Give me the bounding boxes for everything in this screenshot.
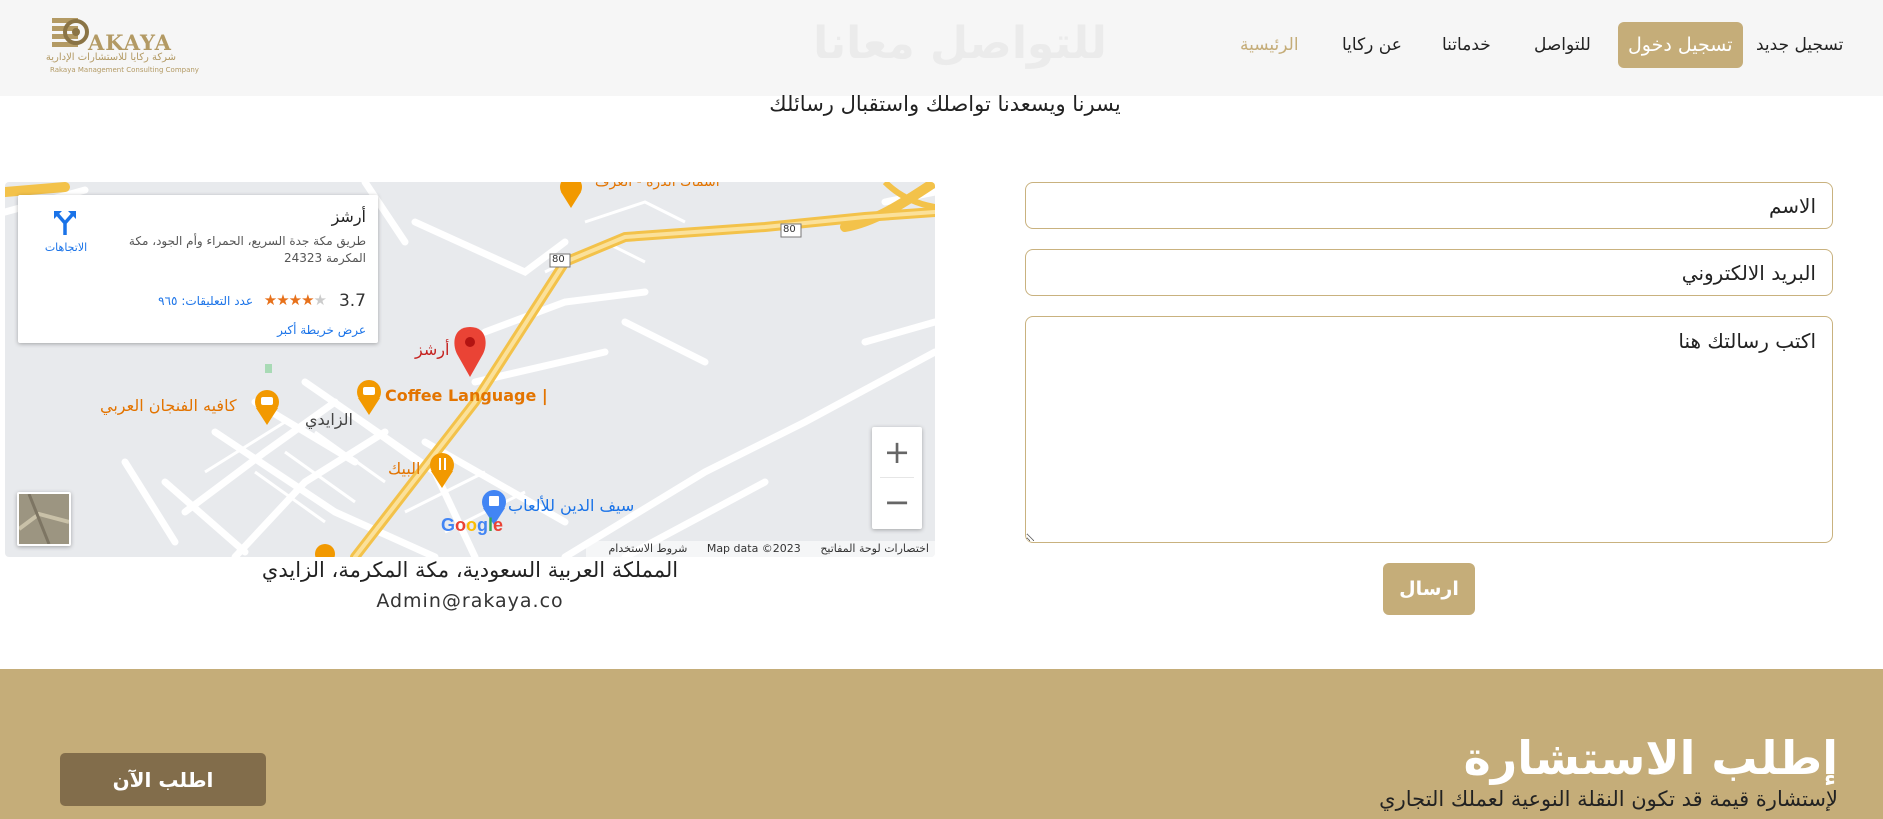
login-button[interactable]: تسجيل دخول [1618, 22, 1743, 68]
register-link[interactable]: تسجيل جديد [1756, 22, 1843, 68]
embedded-map[interactable]: أرشز طريق مكة جدة السريع، الحمراء وأم ال… [5, 182, 935, 557]
contact-address: المملكة العربية السعودية، مكة المكرمة، ا… [261, 558, 679, 582]
nav-about[interactable]: عن ركايا [1342, 22, 1402, 68]
map-info-card: أرشز طريق مكة جدة السريع، الحمراء وأم ال… [18, 195, 378, 343]
email-field[interactable] [1025, 249, 1833, 296]
poi-baik[interactable]: البيك [388, 459, 420, 478]
poi-top-label[interactable]: أسماك الدرة - العرف [595, 182, 720, 190]
zoom-in-button[interactable]: + [872, 427, 922, 477]
nav-contact[interactable]: للتواصل [1534, 22, 1591, 68]
reviews-link[interactable]: عدد التعليقات: ٩٦٥ [158, 294, 253, 308]
nav-home[interactable]: الرئيسية [1240, 22, 1299, 68]
send-button[interactable]: ارسال [1383, 563, 1475, 615]
road-shield-80: 80 [783, 224, 796, 235]
page-title: للتواصل معانا [813, 18, 1107, 69]
nav-services[interactable]: خدماتنا [1442, 22, 1491, 68]
directions-label[interactable]: الاتجاهات [38, 241, 94, 254]
larger-map-link[interactable]: عرض خريطة أكبر [277, 323, 366, 337]
site-logo[interactable]: AKAYA شركة ركايا للاستشارات الإدارية Rak… [45, 14, 199, 78]
place-name: أرشز [331, 207, 366, 226]
map-data-text: Map data ©2023 [706, 542, 801, 555]
zoom-divider [880, 477, 914, 478]
directions-icon[interactable] [52, 209, 78, 235]
zoom-controls: + − [872, 427, 922, 529]
place-rating: 3.7 [338, 291, 366, 311]
logo-arabic-name: شركة ركايا للاستشارات الإدارية [45, 52, 176, 63]
request-now-button[interactable]: اطلب الآن [60, 753, 266, 806]
map-pin-label[interactable]: أرشز [415, 340, 449, 359]
rating-stars-icon: ★★★★★ [263, 291, 327, 309]
name-field[interactable] [1025, 182, 1833, 229]
poi-toy-store[interactable]: سيف الدين للألعاب [508, 496, 634, 515]
satellite-toggle[interactable] [17, 492, 71, 546]
map-attribution: شروط الاستخدام Map data ©2023 اختصارات ل… [586, 541, 935, 557]
poi-coffee-language[interactable]: Coffee Language | [385, 386, 548, 405]
google-logo: Google [441, 515, 504, 535]
banner-title: إطلب الاستشارة [1463, 731, 1838, 785]
page-subtitle: يسرنا ويسعدنا تواصلك واستقبال رسائلك [769, 92, 1121, 116]
road-shield-80: 80 [552, 254, 565, 265]
satellite-thumbnail-icon [17, 493, 70, 545]
zoom-out-button[interactable]: − [872, 477, 922, 527]
consultation-banner: إطلب الاستشارة لإستشارة قيمة قد تكون الن… [0, 669, 1883, 819]
site-header: AKAYA شركة ركايا للاستشارات الإدارية Rak… [0, 0, 1883, 96]
place-address: طريق مكة جدة السريع، الحمراء وأم الجود، … [128, 234, 366, 265]
keyboard-shortcuts-link[interactable]: اختصارات لوحة المفاتيح [820, 542, 929, 555]
logo-english-name: Rakaya Management Consulting Company [50, 66, 199, 74]
banner-subtitle: لإستشارة قيمة قد تكون النقلة النوعية لعم… [1379, 787, 1838, 811]
message-field[interactable] [1025, 316, 1833, 543]
district-label: الزايدي [305, 410, 353, 429]
terms-link[interactable]: شروط الاستخدام [608, 542, 687, 555]
poi-arabic-cafe[interactable]: كافيه الفنجان العربي [100, 396, 237, 415]
contact-email[interactable]: Admin@rakaya.co [5, 590, 935, 612]
logo-mark-icon [52, 18, 89, 47]
